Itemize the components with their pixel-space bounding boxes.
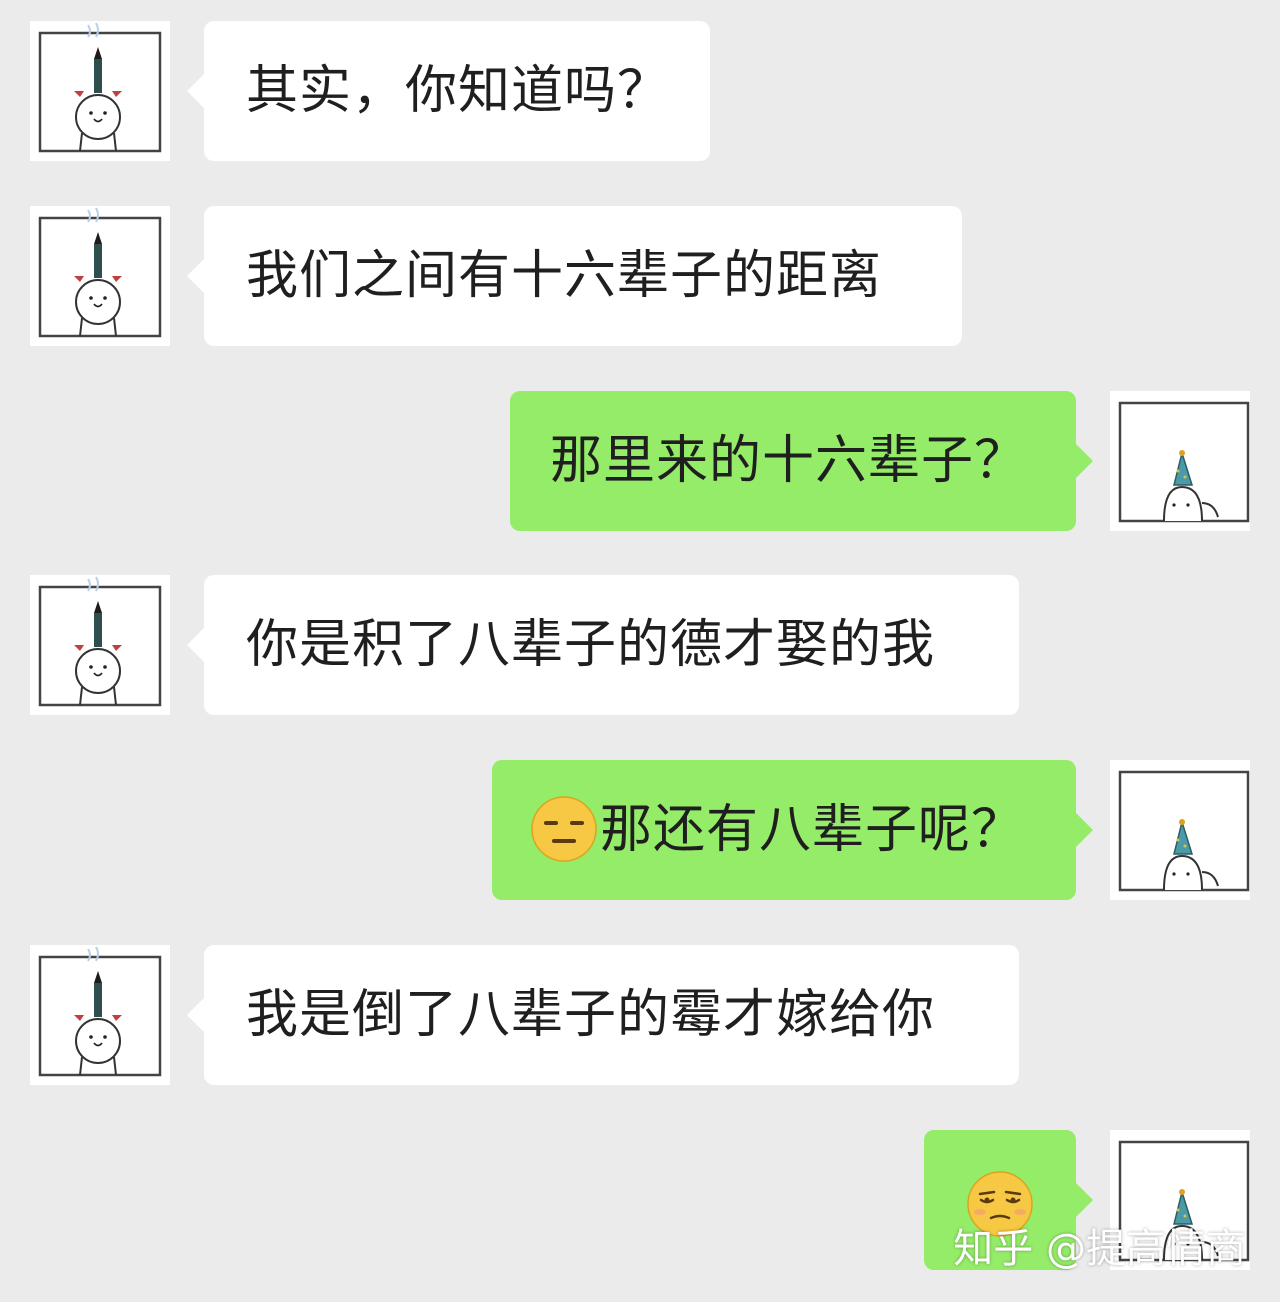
outgoing-message-bubble[interactable]: 那还有八辈子呢？ (492, 760, 1093, 900)
incoming-message-bubble[interactable]: 我是倒了八辈子的霉才嫁给你 (187, 945, 1019, 1085)
message-text: 那还有八辈子呢？ (600, 800, 1025, 860)
incoming-message-bubble[interactable]: 你是积了八辈子的德才娶的我 (187, 575, 1019, 715)
message-text: 那里来的十六辈子？ (550, 431, 1028, 491)
my-avatar[interactable] (1110, 760, 1250, 900)
contact-avatar[interactable] (30, 575, 170, 715)
contact-avatar[interactable] (30, 21, 170, 161)
contact-avatar-drawing (30, 206, 170, 346)
outgoing-message-bubble[interactable]: 那里来的十六辈子？ (510, 391, 1093, 531)
bubble-tail (1075, 443, 1093, 479)
incoming-message-bubble[interactable]: 我们之间有十六辈子的距离 (187, 206, 962, 346)
bubble-tail (1075, 812, 1093, 848)
my-avatar-drawing (1110, 391, 1250, 531)
my-avatar[interactable] (1110, 391, 1250, 531)
contact-avatar-drawing (30, 575, 170, 715)
message-text: 你是积了八辈子的德才娶的我 (246, 615, 936, 675)
my-avatar-drawing (1110, 760, 1250, 900)
message-text: 其实，你知道吗？ (246, 61, 671, 121)
watermark-text: 知乎 @提高情商 (953, 1226, 1246, 1272)
contact-avatar[interactable] (30, 945, 170, 1085)
bubble-tail (1075, 1182, 1093, 1218)
contact-avatar-drawing (30, 945, 170, 1085)
bubble-tail (187, 73, 205, 109)
contact-avatar-drawing (30, 21, 170, 161)
expressionless-face-icon (530, 795, 598, 863)
message-text: 我是倒了八辈子的霉才嫁给你 (246, 985, 936, 1045)
bubble-tail (187, 997, 205, 1033)
bubble-tail (187, 627, 205, 663)
message-text: 我们之间有十六辈子的距离 (246, 246, 883, 306)
contact-avatar[interactable] (30, 206, 170, 346)
bubble-tail (187, 258, 205, 294)
incoming-message-bubble[interactable]: 其实，你知道吗？ (187, 21, 710, 161)
